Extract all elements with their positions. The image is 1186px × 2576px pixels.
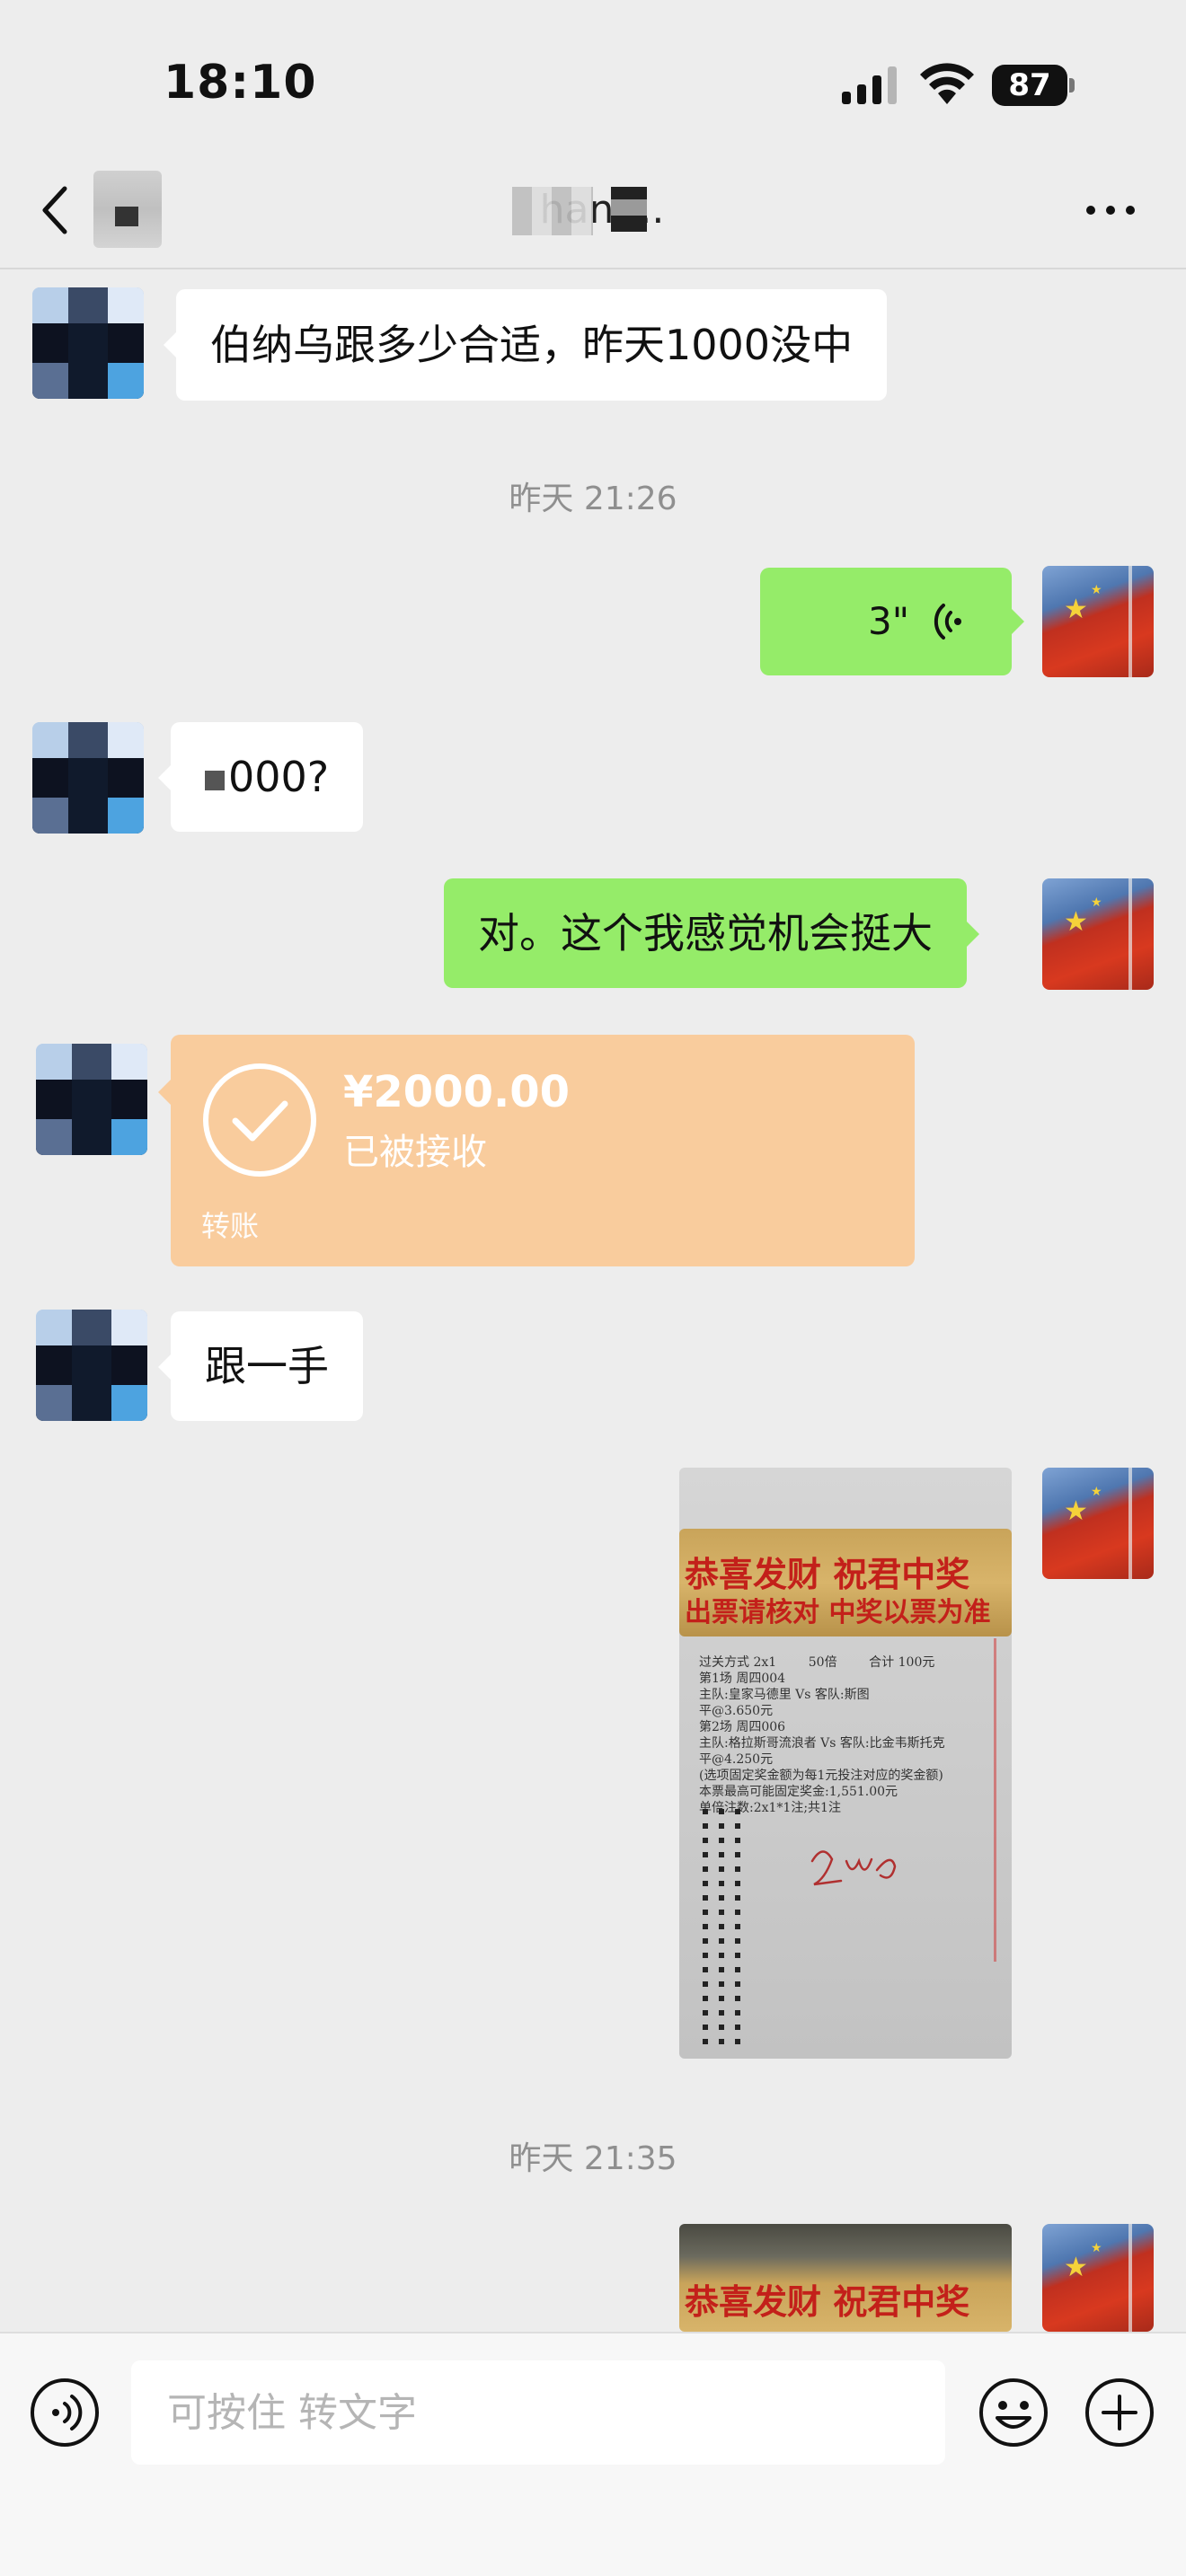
emoji-icon[interactable] — [978, 2377, 1049, 2448]
wifi-icon — [920, 63, 974, 104]
contact-avatar[interactable] — [36, 1310, 147, 1421]
ticket-slogan: 恭喜发财 祝君中奖 — [685, 2281, 970, 2322]
transfer-amount: ¥2000.00 — [343, 1067, 571, 1117]
title-mosaic-mask — [512, 187, 593, 235]
message-input[interactable] — [131, 2360, 945, 2465]
more-dots-icon[interactable] — [1082, 199, 1139, 221]
voice-wave-icon — [934, 604, 961, 640]
message-timestamp: 昨天 21:35 — [509, 2140, 677, 2177]
ticket-photo-message[interactable]: 恭喜发财 祝君中奖 出票请核对 中奖以票为准 过关方式 2x1 50倍 合计 1… — [679, 1468, 1012, 2059]
battery-indicator: 87 — [992, 65, 1075, 106]
ticket-perforation — [703, 1809, 708, 2051]
chevron-left-icon[interactable] — [38, 181, 74, 239]
ticket-red-margin — [994, 1638, 996, 1962]
transfer-status: 已被接收 — [343, 1132, 487, 1173]
status-time: 18:10 — [164, 56, 317, 110]
cellular-signal-icon — [842, 66, 897, 104]
chat-input-bar — [0, 2332, 1186, 2576]
ticket-perforation — [719, 1809, 724, 2051]
chat-header: hang.. — [0, 153, 1186, 269]
mosaic-mask — [205, 770, 225, 790]
transfer-label: 转账 — [201, 1209, 260, 1243]
header-blurred-badge — [93, 171, 162, 248]
handwritten-mark — [810, 1850, 897, 1886]
title-mosaic-mask — [611, 187, 647, 232]
message-bubble-outgoing[interactable]: 对。这个我感觉机会挺大 — [444, 878, 979, 988]
voice-duration: 3" — [868, 599, 910, 643]
my-avatar[interactable]: ★ ★ — [1042, 2224, 1154, 2332]
contact-avatar[interactable] — [32, 722, 144, 834]
contact-avatar[interactable] — [32, 287, 144, 399]
my-avatar[interactable]: ★ ★ — [1042, 1468, 1154, 1579]
ticket-notice: 出票请核对 中奖以票为准 — [685, 1597, 991, 1628]
battery-level: 87 — [992, 65, 1067, 106]
message-bubble-incoming[interactable]: 000? — [157, 722, 364, 832]
transfer-card[interactable]: ¥2000.00 已被接收 转账 — [158, 1035, 915, 1266]
contact-avatar[interactable] — [36, 1044, 147, 1155]
message-text: 000? — [228, 753, 330, 801]
ticket-detail-text: 过关方式 2x1 50倍 合计 100元 第1场 周四004 主队:皇家马德里 … — [699, 1655, 945, 1815]
plus-icon[interactable] — [1084, 2377, 1155, 2448]
battery-tip — [1069, 78, 1075, 93]
check-circle-icon — [203, 1063, 316, 1177]
my-avatar[interactable]: ★ ★ — [1042, 878, 1154, 990]
ticket-photo-message[interactable]: 恭喜发财 祝君中奖 — [679, 2224, 1012, 2332]
ticket-perforation — [735, 1809, 740, 2051]
status-bar: 18:10 87 — [0, 0, 1186, 153]
message-bubble-incoming[interactable]: 跟一手 — [158, 1311, 363, 1421]
voice-message-bubble[interactable]: 3" — [760, 568, 1024, 675]
ticket-slogan: 恭喜发财 祝君中奖 — [685, 1554, 970, 1594]
message-timestamp: 昨天 21:26 — [509, 481, 677, 517]
message-bubble-incoming[interactable]: 伯纳乌跟多少合适，昨天1000没中 — [163, 289, 888, 401]
voice-input-icon[interactable] — [29, 2377, 101, 2448]
my-avatar[interactable]: ★ ★ — [1042, 566, 1154, 677]
